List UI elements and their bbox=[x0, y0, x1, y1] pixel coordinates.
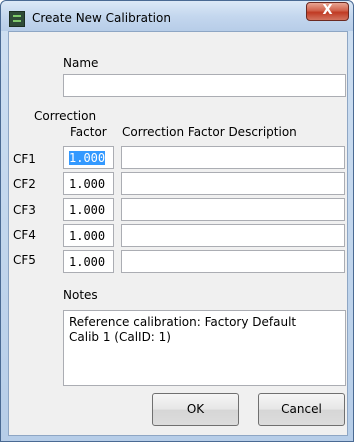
close-button[interactable]: X bbox=[306, 2, 349, 21]
create-calibration-dialog: Create New Calibration X Name Correction… bbox=[0, 0, 354, 442]
close-icon: X bbox=[322, 3, 333, 18]
cf5-value-text: 1.000 bbox=[69, 255, 106, 269]
cf1-value-input[interactable]: 1.000 bbox=[63, 146, 114, 169]
cf2-value-text: 1.000 bbox=[69, 177, 106, 191]
cf1-value-text: 1.000 bbox=[69, 151, 106, 165]
cf4-description-input[interactable] bbox=[121, 224, 345, 247]
cf4-value-text: 1.000 bbox=[69, 229, 106, 243]
name-input[interactable] bbox=[63, 74, 346, 97]
cf2-description-input[interactable] bbox=[121, 172, 345, 195]
cf3-description-input[interactable] bbox=[121, 198, 345, 221]
calibration-app-icon bbox=[9, 11, 25, 27]
name-label: Name bbox=[63, 56, 99, 70]
notes-label: Notes bbox=[63, 288, 98, 302]
ok-button[interactable]: OK bbox=[152, 393, 239, 426]
cf4-label: CF4 bbox=[13, 228, 36, 242]
cf5-description-input[interactable] bbox=[121, 250, 345, 273]
cf3-label: CF3 bbox=[13, 203, 36, 217]
correction-factor-header-line2: Factor bbox=[70, 125, 107, 139]
description-header: Correction Factor Description bbox=[122, 125, 297, 139]
cf3-value-input[interactable]: 1.000 bbox=[63, 198, 114, 221]
title-bar[interactable]: Create New Calibration X bbox=[1, 1, 353, 31]
cf4-value-input[interactable]: 1.000 bbox=[63, 224, 114, 247]
cf5-value-input[interactable]: 1.000 bbox=[63, 250, 114, 273]
window-title: Create New Calibration bbox=[32, 11, 171, 25]
cf1-label: CF1 bbox=[13, 152, 36, 166]
cf1-description-input[interactable] bbox=[121, 146, 345, 169]
cancel-button[interactable]: Cancel bbox=[258, 393, 345, 426]
dialog-body: Name Correction Factor Correction Factor… bbox=[8, 31, 348, 436]
cf5-label: CF5 bbox=[13, 253, 36, 267]
cf2-value-input[interactable]: 1.000 bbox=[63, 172, 114, 195]
correction-factor-header-line1: Correction bbox=[34, 109, 97, 123]
cf2-label: CF2 bbox=[13, 177, 36, 191]
cf3-value-text: 1.000 bbox=[69, 203, 106, 217]
notes-textarea[interactable]: Reference calibration: Factory Default C… bbox=[63, 310, 346, 386]
